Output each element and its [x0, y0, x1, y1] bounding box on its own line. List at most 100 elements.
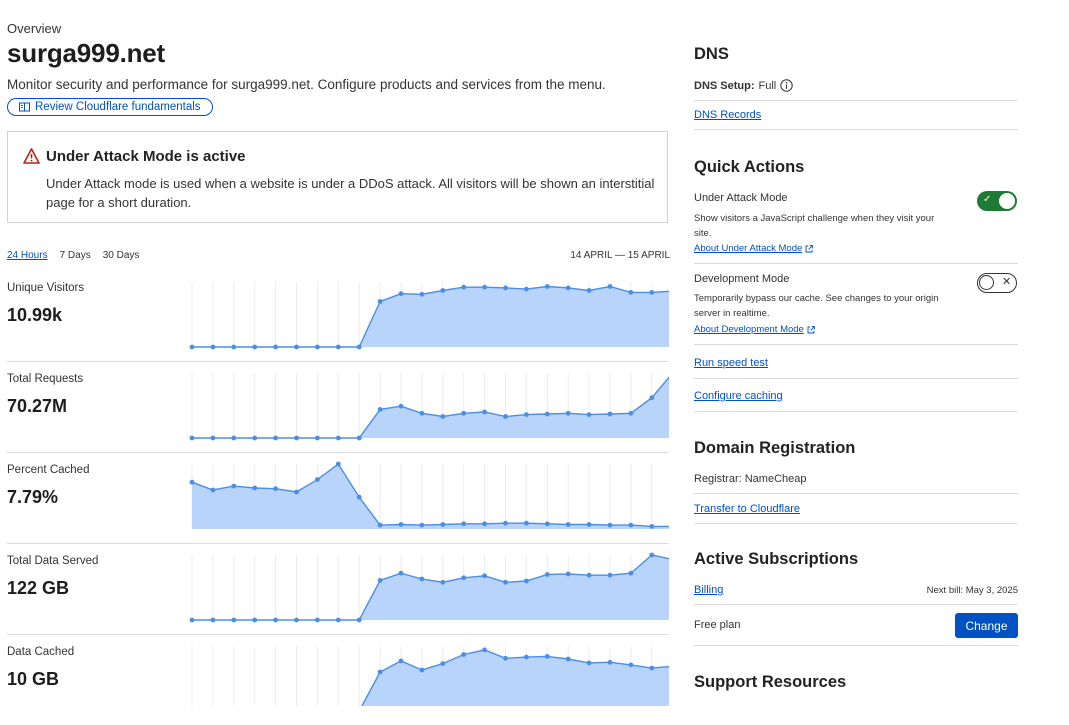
chart-point [565, 656, 571, 662]
metric-value: 10 GB [7, 669, 60, 689]
chart-point [503, 285, 508, 291]
chart-point [210, 435, 216, 441]
under-attack-label: Under Attack Mode [694, 192, 788, 204]
chart-area [192, 286, 669, 347]
metric-total-data-served: Total Data Served 122 GB [7, 543, 669, 635]
about-under-attack-link[interactable]: About Under Attack Mode [694, 243, 814, 254]
quick-actions-title: Quick Actions [694, 158, 805, 176]
page-title: surga999.net [7, 38, 166, 68]
dns-setup-label: DNS Setup: [694, 79, 755, 92]
chart-point [461, 410, 467, 416]
chart-point [294, 489, 299, 495]
chart-point [377, 578, 383, 583]
metric-percent-cached: Percent Cached 7.79% [7, 452, 669, 544]
chart-point [482, 284, 487, 290]
metric-value: 10.99k [7, 305, 63, 325]
info-icon[interactable] [780, 79, 793, 92]
support-title: Support Resources [694, 673, 847, 691]
chart-point [649, 552, 655, 558]
metric-label: Total Data Served [7, 555, 99, 567]
chart-point [419, 667, 425, 673]
chart-point [335, 344, 341, 350]
dns-setup: DNS Setup: Full [694, 79, 793, 92]
chart-point [628, 290, 634, 295]
dev-mode-toggle[interactable]: ✕ [977, 273, 1017, 293]
chart-point [398, 403, 404, 409]
chart-point [607, 522, 613, 528]
divider [694, 263, 1018, 264]
chart-point [628, 570, 634, 576]
chart-area [192, 464, 669, 529]
domain-registration-title: Domain Registration [694, 439, 856, 457]
about-dev-mode-label: About Development Mode [694, 324, 804, 335]
divider [694, 378, 1018, 379]
chart-area [192, 377, 669, 438]
time-range-tabs: 24 Hours 7 Days 30 Days [7, 250, 139, 261]
configure-caching-link[interactable]: Configure caching [694, 390, 783, 402]
dns-setup-value: Full [758, 79, 777, 92]
divider [694, 493, 1018, 494]
chart-point [419, 576, 425, 582]
about-dev-mode-link[interactable]: About Development Mode [694, 324, 815, 335]
chart-point [544, 572, 550, 577]
chart-point [440, 288, 446, 293]
metric-label: Unique Visitors [7, 282, 85, 294]
chart-point [586, 660, 592, 666]
plan-name: Free plan [694, 619, 741, 631]
transfer-link[interactable]: Transfer to Cloudflare [694, 503, 800, 515]
warning-icon [23, 148, 40, 164]
chart-point [482, 521, 487, 527]
chart-point [461, 521, 467, 527]
unique-visitors-chart [189, 282, 669, 350]
review-fundamentals-button[interactable]: Review Cloudflare fundamentals [7, 98, 213, 116]
chart-point [315, 477, 320, 482]
metric-label: Total Requests [7, 373, 84, 385]
chart-point [482, 409, 487, 415]
tab-24-hours[interactable]: 24 Hours [7, 250, 48, 261]
chart-point [461, 284, 467, 290]
chart-point [210, 487, 216, 493]
run-speed-test-link[interactable]: Run speed test [694, 357, 768, 369]
chart-point [607, 284, 613, 289]
dns-records-link[interactable]: DNS Records [694, 109, 761, 121]
divider [694, 411, 1018, 412]
chart-point [461, 652, 467, 657]
chart-point [252, 344, 258, 350]
metric-value: 7.79% [7, 487, 59, 507]
dns-title: DNS [694, 45, 729, 63]
attack-mode-alert: Under Attack Mode is active Under Attack… [7, 131, 668, 223]
chart-point [503, 414, 508, 419]
chart-point [273, 344, 278, 350]
date-range: 14 APRIL — 15 APRIL [570, 250, 670, 261]
chart-area [192, 555, 669, 620]
chart-point [210, 344, 216, 350]
tab-7-days[interactable]: 7 Days [60, 250, 91, 261]
chart-point [398, 658, 404, 664]
dev-mode-label: Development Mode [694, 273, 790, 285]
chart-point [419, 522, 425, 528]
change-plan-button[interactable]: Change [955, 613, 1018, 638]
divider [694, 129, 1018, 130]
data-cached-chart [191, 646, 669, 706]
chart-point [273, 435, 278, 441]
chart-point [189, 435, 195, 441]
chart-point [607, 411, 613, 417]
total-data-served-chart [189, 552, 669, 623]
tab-30-days[interactable]: 30 Days [103, 250, 140, 261]
billing-link[interactable]: Billing [694, 584, 723, 596]
chart-point [586, 288, 592, 293]
chart-point [398, 291, 404, 297]
under-attack-toggle[interactable]: ✓ [977, 191, 1017, 211]
breadcrumb: Overview [7, 21, 62, 36]
metric-label: Percent Cached [7, 464, 90, 476]
chart-point [231, 344, 237, 350]
chart-point [503, 520, 508, 526]
divider [694, 523, 1018, 524]
book-icon [19, 102, 30, 112]
chart-point [231, 435, 237, 441]
chart-point [565, 522, 571, 527]
registrar-text: Registrar: NameCheap [694, 473, 807, 485]
chart-point [294, 435, 299, 441]
external-link-icon [805, 244, 814, 252]
chart-point [315, 435, 320, 441]
